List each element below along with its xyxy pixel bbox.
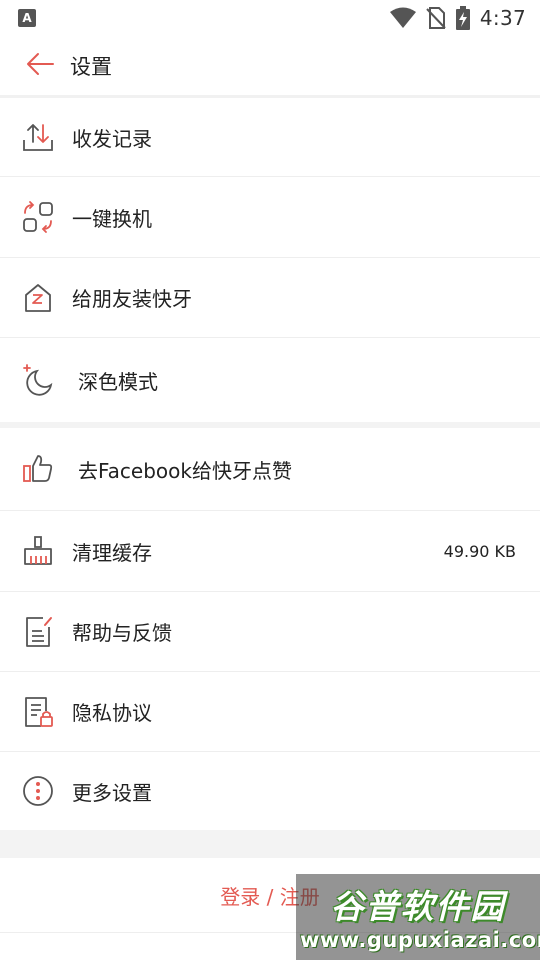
back-button[interactable] xyxy=(18,44,62,88)
page-title: 设置 xyxy=(70,55,112,79)
settings-item-share-app[interactable]: 给朋友装快牙 xyxy=(0,258,540,337)
more-vertical-icon xyxy=(21,774,55,808)
watermark-url: www.gupuxiazai.com xyxy=(300,928,540,952)
transfer-arrows-icon xyxy=(21,120,55,154)
settings-item-label: 给朋友装快牙 xyxy=(72,287,192,311)
settings-item-more-settings[interactable]: 更多设置 xyxy=(0,752,540,830)
settings-item-label: 清理缓存 xyxy=(72,540,152,565)
back-arrow-icon xyxy=(25,52,55,80)
privacy-doc-icon xyxy=(21,695,55,729)
settings-item-privacy-policy[interactable]: 隐私协议 xyxy=(0,672,540,751)
cache-size-value: 49.90 KB xyxy=(443,541,516,561)
settings-item-help-feedback[interactable]: 帮助与反馈 xyxy=(0,592,540,671)
settings-item-label: 一键换机 xyxy=(72,206,152,231)
no-sim-icon xyxy=(426,7,446,29)
settings-item-label: 深色模式 xyxy=(78,369,158,394)
settings-item-facebook-like[interactable]: 去Facebook给快牙点赞 xyxy=(0,428,540,510)
phone-switch-icon xyxy=(21,200,55,234)
feedback-doc-icon xyxy=(21,615,55,649)
settings-screen: A 4:37 设置 收发记录 一键换机 给朋友装快牙 深色模式 去Faceboo… xyxy=(0,0,540,960)
settings-item-clear-cache[interactable]: 清理缓存 49.90 KB xyxy=(0,511,540,591)
status-time: 4:37 xyxy=(479,6,526,30)
settings-item-label: 更多设置 xyxy=(72,780,152,805)
moon-icon xyxy=(21,363,55,397)
broom-icon xyxy=(21,534,55,568)
battery-charging-icon xyxy=(455,6,470,30)
wifi-icon xyxy=(389,7,416,29)
watermark-title: 谷普软件园 xyxy=(330,887,506,926)
section-gap xyxy=(0,830,540,858)
house-z-icon xyxy=(21,281,55,315)
settings-item-dark-mode[interactable]: 深色模式 xyxy=(0,338,540,422)
settings-item-label: 收发记录 xyxy=(72,126,152,151)
settings-item-phone-switch[interactable]: 一键换机 xyxy=(0,177,540,257)
settings-item-label: 隐私协议 xyxy=(72,701,152,725)
settings-item-transfer-history[interactable]: 收发记录 xyxy=(0,98,540,176)
settings-item-label: 去Facebook给快牙点赞 xyxy=(78,458,292,483)
app-header: 设置 xyxy=(0,36,540,96)
thumbs-up-icon xyxy=(21,452,55,486)
settings-item-label: 帮助与反馈 xyxy=(72,621,172,645)
status-bar: A 4:37 xyxy=(0,0,540,36)
site-watermark: 谷普软件园 www.gupuxiazai.com xyxy=(296,874,540,960)
sim-indicator: A xyxy=(18,9,36,27)
